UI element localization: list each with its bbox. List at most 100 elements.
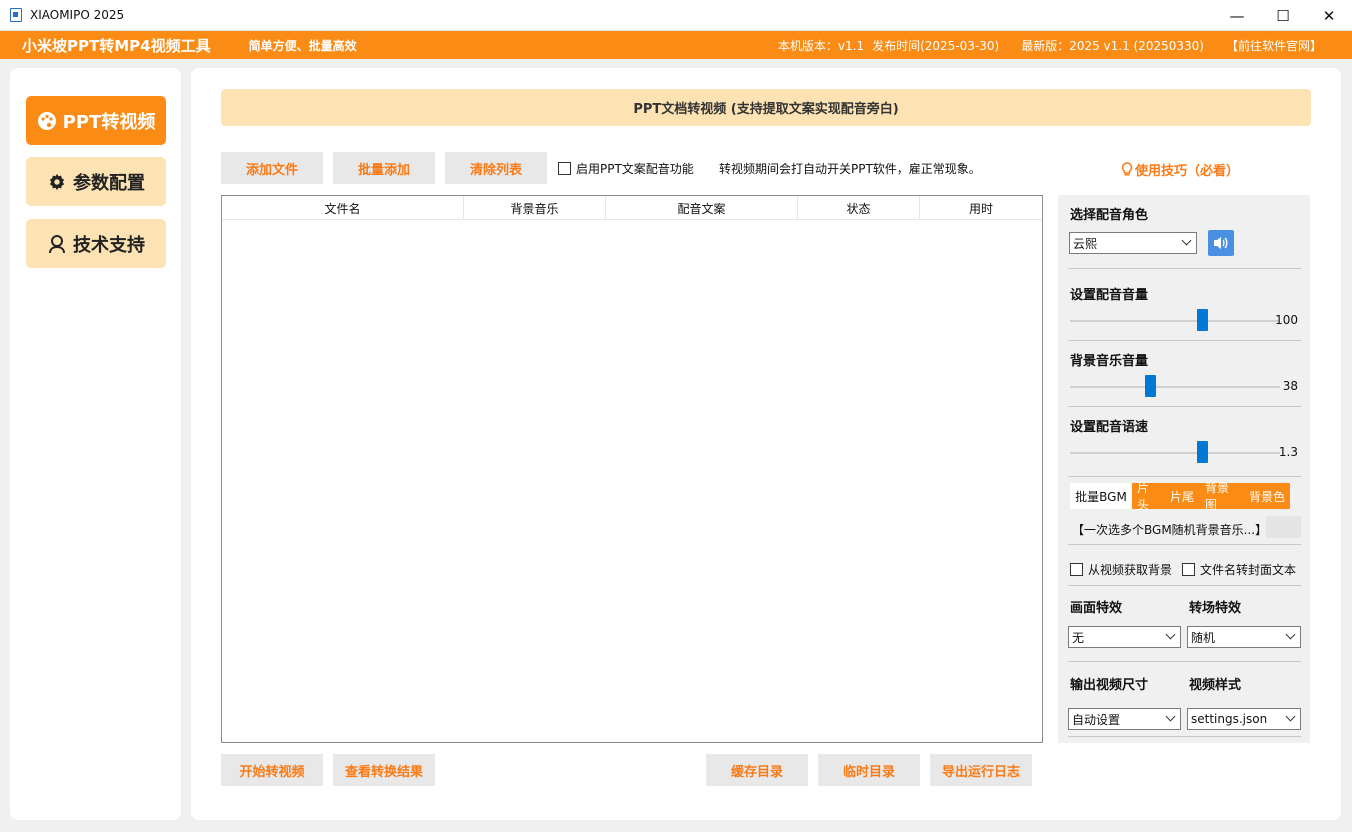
- usage-tips-link[interactable]: 使用技巧（必看）: [1121, 160, 1239, 179]
- column-header-script[interactable]: 配音文案: [606, 196, 798, 220]
- minimize-button[interactable]: —: [1214, 0, 1260, 31]
- chevron-down-icon: [1181, 235, 1192, 246]
- chevron-down-icon: [1165, 711, 1176, 722]
- video-style-label: 视频样式: [1189, 678, 1242, 693]
- output-size-select[interactable]: 自动设置: [1068, 708, 1181, 730]
- divider: [1068, 736, 1301, 737]
- checkbox-box[interactable]: [1182, 563, 1195, 576]
- video-style-value: settings.json: [1191, 712, 1268, 726]
- view-results-button[interactable]: 查看转换结果: [333, 754, 435, 786]
- sidebar-item-ppt-to-video[interactable]: PPT转视频: [26, 96, 166, 145]
- transition-select[interactable]: 随机: [1187, 626, 1301, 648]
- table-header: 文件名 背景音乐 配音文案 状态 用时: [222, 196, 1042, 220]
- divider: [1068, 585, 1301, 586]
- app-brand: 小米坡PPT转MP4视频工具: [22, 36, 211, 55]
- window-titlebar: XIAOMIPO 2025 — ☐ ✕: [0, 0, 1352, 31]
- voice-volume-track[interactable]: [1070, 320, 1280, 322]
- cache-dir-button[interactable]: 缓存目录: [706, 754, 808, 786]
- tab-bg-color[interactable]: 背景色: [1244, 483, 1290, 509]
- sidebar-item-label: 参数配置: [73, 172, 145, 194]
- divider: [1068, 476, 1301, 477]
- tab-bg-image[interactable]: 背景图: [1200, 481, 1244, 512]
- output-size-value: 自动设置: [1072, 712, 1121, 727]
- checkbox-box[interactable]: [558, 162, 571, 175]
- voice-speed-slider[interactable]: [1197, 441, 1209, 463]
- bgm-volume-value: 38: [1282, 379, 1298, 393]
- tab-intro[interactable]: 片头: [1132, 481, 1164, 512]
- voice-volume-label: 设置配音音量: [1070, 288, 1149, 303]
- effect-select[interactable]: 无: [1068, 626, 1181, 648]
- voice-volume-value: 100: [1275, 313, 1298, 327]
- maximize-button[interactable]: ☐: [1260, 0, 1306, 31]
- column-header-duration[interactable]: 用时: [920, 196, 1042, 220]
- chevron-down-icon: [1285, 711, 1296, 722]
- tab-outro[interactable]: 片尾: [1164, 483, 1200, 509]
- bgm-volume-track[interactable]: [1070, 386, 1280, 388]
- video-style-select[interactable]: settings.json: [1187, 708, 1301, 730]
- bgm-volume-slider[interactable]: [1144, 375, 1156, 397]
- filename-cover-checkbox[interactable]: 文件名转封面文本: [1182, 561, 1296, 578]
- column-header-bgm[interactable]: 背景音乐: [464, 196, 606, 220]
- add-file-button[interactable]: 添加文件: [221, 152, 323, 184]
- bgm-volume-label: 背景音乐音量: [1070, 354, 1149, 369]
- voice-volume-slider[interactable]: [1197, 309, 1209, 331]
- voice-speed-track[interactable]: [1070, 452, 1280, 454]
- transition-label: 转场特效: [1189, 601, 1242, 616]
- conversion-notice: 转视频期间会打自动开关PPT软件，雇正常现象。: [719, 162, 981, 176]
- tab-batch-bgm[interactable]: 批量BGM: [1070, 483, 1132, 509]
- gear-icon: [47, 172, 67, 192]
- window-title: XIAOMIPO 2025: [30, 8, 125, 22]
- app-header: 小米坡PPT转MP4视频工具 简单方便、批量高效 本机版本：v1.1 发布时间(…: [0, 31, 1352, 59]
- voice-role-label: 选择配音角色: [1070, 208, 1149, 223]
- release-date: 发布时间(2025-03-30): [872, 38, 1000, 53]
- chevron-down-icon: [1165, 629, 1176, 640]
- latest-version: 最新版：2025 v1.1 (20250330): [1021, 38, 1204, 53]
- start-convert-button[interactable]: 开始转视频: [221, 754, 323, 786]
- page-banner: PPT文档转视频 (支持提取文案实现配音旁白): [221, 89, 1311, 126]
- usage-tips-label: 使用技巧（必看）: [1135, 164, 1240, 179]
- from-video-bg-checkbox[interactable]: 从视频获取背景: [1070, 561, 1172, 578]
- lightbulb-icon: [1121, 162, 1133, 177]
- transition-value: 随机: [1191, 630, 1216, 645]
- checkbox-box[interactable]: [1070, 563, 1083, 576]
- clear-list-button[interactable]: 清除列表: [445, 152, 547, 184]
- sidebar: PPT转视频 参数配置 技术支持: [10, 68, 181, 820]
- divider: [1068, 340, 1301, 341]
- bgm-browse-button[interactable]: [1266, 516, 1301, 538]
- app-document-icon: [10, 8, 22, 22]
- voice-role-value: 云熙: [1073, 236, 1098, 251]
- export-log-button[interactable]: 导出运行日志: [930, 754, 1032, 786]
- support-icon: [47, 234, 67, 254]
- column-header-status[interactable]: 状态: [798, 196, 920, 220]
- main-panel: PPT文档转视频 (支持提取文案实现配音旁白) 添加文件 批量添加 清除列表 启…: [191, 68, 1341, 820]
- sidebar-item-support[interactable]: 技术支持: [26, 219, 166, 268]
- bgm-tabs: 批量BGM 片头 片尾 背景图 背景色: [1070, 481, 1290, 512]
- divider: [1068, 406, 1301, 407]
- output-size-label: 输出视频尺寸: [1070, 678, 1149, 693]
- batch-add-button[interactable]: 批量添加: [333, 152, 435, 184]
- speaker-icon: [1212, 235, 1230, 251]
- bgm-select-hint[interactable]: 【一次选多个BGM随机背景音乐...】: [1072, 521, 1267, 538]
- voice-role-select[interactable]: 云熙: [1069, 232, 1197, 254]
- enable-voice-label: 启用PPT文案配音功能: [576, 162, 694, 176]
- close-button[interactable]: ✕: [1306, 0, 1352, 31]
- local-version: 本机版本：v1.1: [777, 38, 865, 53]
- chevron-down-icon: [1285, 629, 1296, 640]
- effect-value: 无: [1072, 630, 1085, 645]
- temp-dir-button[interactable]: 临时目录: [818, 754, 920, 786]
- sidebar-item-label: PPT转视频: [62, 111, 156, 133]
- divider: [1068, 544, 1301, 545]
- divider: [1068, 661, 1301, 662]
- effect-label: 画面特效: [1070, 601, 1123, 616]
- column-header-filename[interactable]: 文件名: [222, 196, 464, 220]
- website-link[interactable]: 【前往软件官网】: [1226, 37, 1322, 54]
- divider: [1068, 268, 1301, 269]
- from-video-bg-label: 从视频获取背景: [1088, 563, 1173, 577]
- file-table[interactable]: 文件名 背景音乐 配音文案 状态 用时: [221, 195, 1043, 743]
- sidebar-item-settings[interactable]: 参数配置: [26, 157, 166, 206]
- voice-speed-label: 设置配音语速: [1070, 420, 1149, 435]
- enable-voice-checkbox[interactable]: 启用PPT文案配音功能: [558, 160, 694, 177]
- preview-voice-button[interactable]: [1208, 230, 1234, 256]
- app-tagline: 简单方便、批量高效: [248, 38, 357, 53]
- filename-cover-label: 文件名转封面文本: [1200, 563, 1297, 577]
